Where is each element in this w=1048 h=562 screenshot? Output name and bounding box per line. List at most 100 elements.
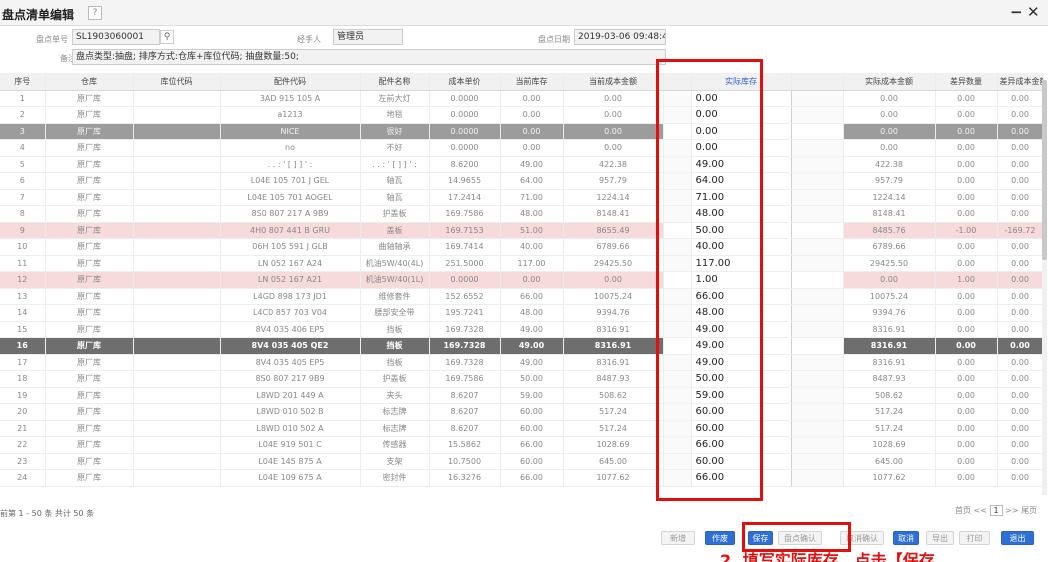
row-no: 13 [0, 288, 46, 305]
grid-scroll-thumb[interactable] [1042, 80, 1047, 260]
table-row[interactable]: 6 原厂库 L04E 105 701 J GEL 轴瓦 14.9655 64.00 957.… [0, 172, 1044, 190]
row-diff-amount: 0.00 [997, 337, 1044, 355]
row-actual-amount: 8487.93 [843, 370, 936, 388]
row-actual-amount: 1224.14 [843, 189, 936, 206]
row-current-amount: 8148.41 [563, 205, 664, 223]
col-actual-amount[interactable]: 实际成本金额 [843, 73, 936, 91]
cancel-button[interactable]: 取消 [893, 531, 919, 545]
first-page-link[interactable]: 首页 [955, 506, 971, 515]
minimize-icon[interactable]: − [1010, 3, 1023, 21]
date-label: 盘点日期 [538, 35, 570, 44]
row-warehouse: 原厂库 [45, 288, 134, 305]
col-diff-qty[interactable]: 差异数量 [935, 73, 998, 91]
table-row[interactable]: 17 原厂库 8V4 035 405 EP5 挡板 169.7328 49.00 8316.… [0, 353, 1044, 371]
row-current-stock: 0.00 [500, 139, 564, 157]
table-row[interactable]: 18 原厂库 8S0 807 217 9B9 护盖板 169.7586 50.00 8487… [0, 370, 1044, 388]
row-warehouse: 原厂库 [45, 222, 134, 239]
table-row[interactable]: 8 原厂库 8S0 807 217 A 9B9 护盖板 169.7586 48.00 814… [0, 205, 1044, 223]
operator-field[interactable]: 管理员 [333, 29, 403, 45]
row-diff-amount: 0.00 [997, 288, 1044, 305]
col-part-code[interactable]: 配件代码 [220, 73, 361, 91]
table-row[interactable]: 24 原厂库 L04E 109 675 A 密封件 16.3276 66.00 1077.6… [0, 469, 1044, 487]
export-button[interactable]: 导出 [926, 531, 954, 545]
row-location [133, 469, 221, 487]
col-current-amount[interactable]: 当前成本金额 [563, 73, 664, 91]
row-actual-amount: 0.00 [843, 271, 936, 289]
row-warehouse: 原厂库 [45, 139, 134, 157]
row-diff-amount: 0.00 [997, 172, 1044, 190]
row-actual-amount: 508.62 [843, 387, 936, 404]
date-field[interactable]: 2019-03-06 09:48:4( [574, 29, 666, 45]
remark-field[interactable]: 盘点类型:抽盘; 排序方式:仓库+库位代码; 抽盘数量:50; [72, 49, 666, 65]
table-row[interactable]: 10 原厂库 06H 105 591 J GLB 曲轴轴承 169.7414 40.00 6… [0, 238, 1044, 256]
row-current-stock: 0.00 [500, 271, 564, 289]
row-part-name: 标志牌 [360, 420, 430, 437]
table-row[interactable]: 20 原厂库 L8WD 010 502 B 标志牌 8.6207 60.00 517.24 6… [0, 403, 1044, 421]
row-part-name: 轴瓦 [360, 172, 430, 190]
table-row[interactable]: 19 原厂库 L8WD 201 449 A 夹头 8.6207 59.00 508.62 59… [0, 386, 1044, 404]
row-spacer [791, 172, 844, 190]
table-row[interactable]: 2 原厂库 a1213 地毯 0.0000 0.00 0.00 0.00 0.00 0.00 0.0… [0, 106, 1044, 124]
table-row[interactable]: 11 原厂库 LN 052 167 A24 机油5W/40(4L) 251.5000 11… [0, 254, 1044, 272]
table-row[interactable]: 12 原厂库 LN 052 167 A21 机油5W/40(1L) 0.0000 0.00… [0, 271, 1044, 289]
row-warehouse: 原厂库 [45, 337, 134, 355]
last-page-link[interactable]: 尾页 [1021, 506, 1037, 515]
table-row[interactable]: 15 原厂库 8V4 035 406 EP5 挡板 169.7328 49.00 8316.… [0, 320, 1044, 338]
row-current-stock: 66.00 [500, 469, 564, 487]
table-row[interactable]: 7 原厂库 L04E 105 701 AOGEL 轴瓦 17.2414 71.00 1224… [0, 188, 1044, 206]
title-bar: 盘点清单编辑 ? − ✕ [0, 0, 1048, 26]
add-button[interactable]: 新增 [661, 531, 695, 545]
table-row[interactable]: 23 原厂库 L04E 145 875 A 支架 10.7500 60.00 645.00 6… [0, 452, 1044, 470]
row-diff-qty: 0.00 [935, 436, 998, 454]
print-button[interactable]: 打印 [959, 531, 990, 545]
row-spacer [791, 90, 844, 107]
row-unit-cost: 8.6207 [429, 387, 501, 404]
col-part-name[interactable]: 配件名称 [360, 73, 430, 91]
exit-button[interactable]: 退出 [1001, 531, 1034, 545]
row-warehouse: 原厂库 [45, 106, 134, 124]
order-no-field[interactable]: SL1903060001 [72, 29, 160, 45]
void-button[interactable]: 作废 [705, 531, 735, 545]
close-icon[interactable]: ✕ [1027, 3, 1040, 21]
row-part-name: 曲轴轴承 [360, 238, 430, 256]
row-spacer [791, 255, 844, 272]
row-current-amount: 9394.76 [563, 304, 664, 322]
row-part-code: NICE [220, 123, 361, 140]
row-warehouse: 原厂库 [45, 370, 134, 388]
row-diff-amount: -169.72 [997, 222, 1044, 239]
col-no[interactable]: 序号 [0, 73, 46, 91]
table-row[interactable]: 9 原厂库 4H0 807 441 B GRU 盖板 169.7153 51.00 8655… [0, 221, 1044, 239]
row-part-code: . . : ' [ ] ] ' : [220, 156, 361, 173]
help-button[interactable]: ? [88, 6, 102, 20]
table-row[interactable]: 4 原厂库 no 不好 0.0000 0.00 0.00 0.00 0.00 0.00 0.00 [0, 139, 1044, 157]
col-warehouse[interactable]: 仓库 [45, 73, 134, 91]
row-no: 23 [0, 453, 46, 470]
table-row[interactable]: 22 原厂库 L04E 919 501 C 传感器 15.5862 66.00 1028.6… [0, 436, 1044, 454]
row-location [133, 123, 221, 140]
col-current-stock[interactable]: 当前库存 [500, 73, 564, 91]
highlight-save-button [742, 522, 851, 552]
row-diff-amount: 0.00 [997, 271, 1044, 289]
table-row[interactable]: 14 原厂库 L4C0 857 703 V04 腰部安全带 195.7241 48.00 9… [0, 304, 1044, 322]
table-row[interactable]: 16 原厂库 8V4 035 405 QE2 挡板 169.7328 49.00 8316.… [0, 337, 1044, 355]
search-icon[interactable]: ⚲ [160, 30, 174, 44]
page-number-input[interactable]: 1 [989, 505, 1003, 516]
next-page-link[interactable]: >> [1005, 506, 1018, 515]
table-row[interactable]: 13 原厂库 L4GD 898 173 JD1 维修套件 152.6552 66.00 10… [0, 287, 1044, 305]
prev-page-link[interactable]: << [974, 506, 987, 515]
table-row[interactable]: 1 原厂库 3AD 915 105 A 左前大灯 0.0000 0.00 0.00 0.00 0… [0, 89, 1044, 107]
row-no: 10 [0, 238, 46, 256]
table-row[interactable]: 5 原厂库. . : ' [ ] ] ' :. . : ' [ ] ] ' :8.… [0, 155, 1044, 173]
row-unit-cost: 0.0000 [429, 106, 501, 124]
table-row[interactable]: 3 原厂库 NICE 很好 0.0000 0.00 0.00 0.00 0.00 0.00 0.00 [0, 122, 1044, 140]
col-location[interactable]: 库位代码 [133, 73, 221, 91]
row-location [133, 238, 221, 256]
row-part-code: 8V4 035 405 EP5 [220, 354, 361, 371]
table-row[interactable]: 21 原厂库 L8WD 010 502 A 标志牌 8.6207 60.00 517.24 6… [0, 419, 1044, 437]
col-diff-amount[interactable]: 差异成本金额 [997, 73, 1044, 91]
col-unit-cost[interactable]: 成本单价 [429, 73, 501, 91]
row-warehouse: 原厂库 [45, 469, 134, 487]
row-actual-amount: 517.24 [843, 420, 936, 437]
row-warehouse: 原厂库 [45, 420, 134, 437]
row-spacer [791, 354, 844, 371]
